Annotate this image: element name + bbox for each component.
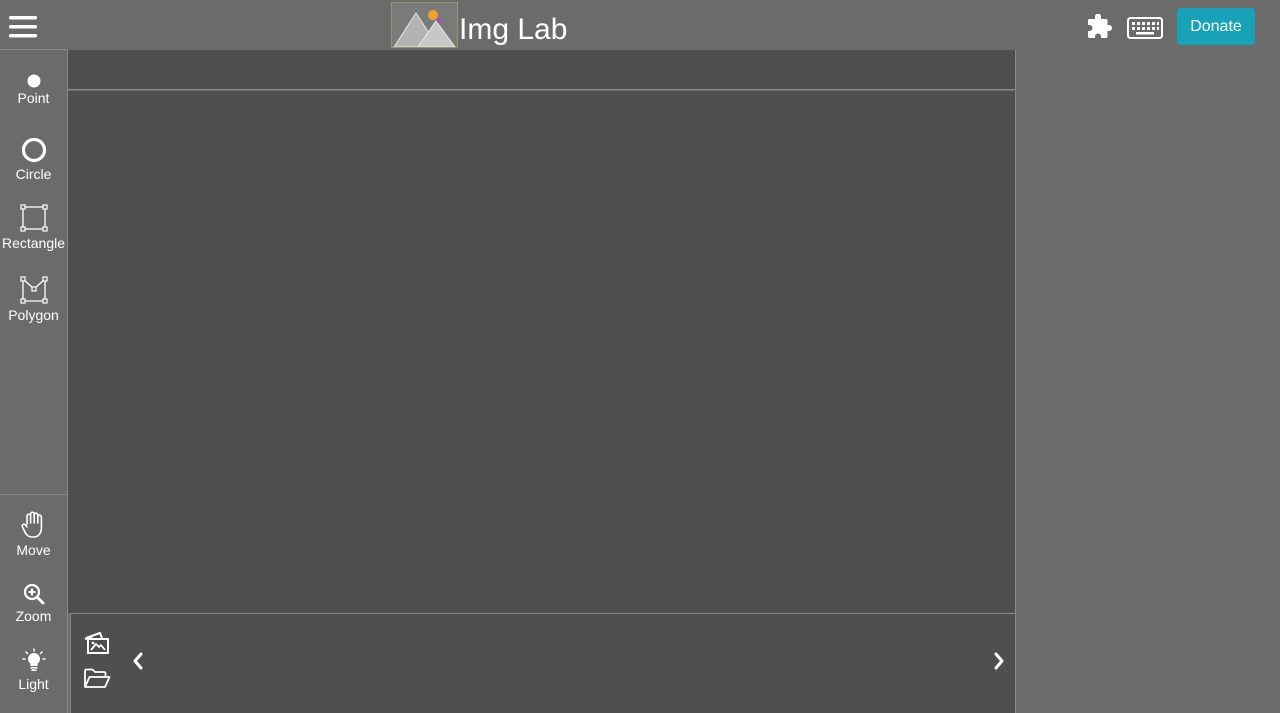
tool-rectangle-label: Rectangle (1, 235, 66, 251)
tool-polygon-label: Polygon (8, 307, 59, 323)
keyboard-icon[interactable] (1127, 17, 1163, 39)
point-icon (27, 74, 40, 88)
chevron-right-icon[interactable] (992, 652, 1006, 675)
image-canvas[interactable] (68, 91, 1016, 613)
image-filmstrip (70, 613, 1016, 713)
tool-light[interactable]: Light (0, 648, 67, 692)
donate-button[interactable]: Donate (1177, 8, 1255, 45)
tool-sidebar: Point Circle Rectangle Polygon Move Zoom… (0, 49, 68, 713)
tool-point[interactable]: Point (0, 72, 67, 106)
tool-move[interactable]: Move (0, 510, 67, 558)
right-panel (1017, 50, 1280, 713)
app-root: Img Lab Donate Point Circle Rectangle Po… (0, 0, 1280, 713)
tool-zoom[interactable]: Zoom (0, 582, 67, 624)
lightbulb-icon (21, 648, 46, 671)
tool-circle-label: Circle (15, 166, 52, 182)
images-icon[interactable] (83, 630, 111, 661)
mountain-logo-icon (393, 10, 456, 48)
header: Img Lab Donate (0, 0, 1280, 50)
app-title: Img Lab (459, 13, 568, 46)
tool-light-label: Light (18, 676, 49, 692)
hamburger-icon[interactable] (9, 15, 37, 39)
rectangle-icon (19, 204, 48, 232)
circle-icon (21, 137, 46, 163)
chevron-left-icon[interactable] (131, 652, 145, 675)
toolbar-divider (0, 494, 67, 495)
tool-move-label: Move (16, 542, 51, 558)
puzzle-icon[interactable] (1086, 13, 1112, 40)
tool-circle[interactable]: Circle (0, 136, 67, 182)
tool-zoom-label: Zoom (15, 608, 52, 624)
tool-polygon[interactable]: Polygon (0, 275, 67, 323)
tool-point-label: Point (17, 90, 50, 106)
polygon-icon (19, 276, 48, 304)
app-logo (391, 2, 458, 48)
canvas-toolbar (68, 50, 1016, 90)
hand-icon (20, 511, 42, 538)
zoom-in-icon (23, 583, 44, 605)
folder-open-icon[interactable] (83, 668, 111, 695)
tool-rectangle[interactable]: Rectangle (0, 203, 67, 251)
